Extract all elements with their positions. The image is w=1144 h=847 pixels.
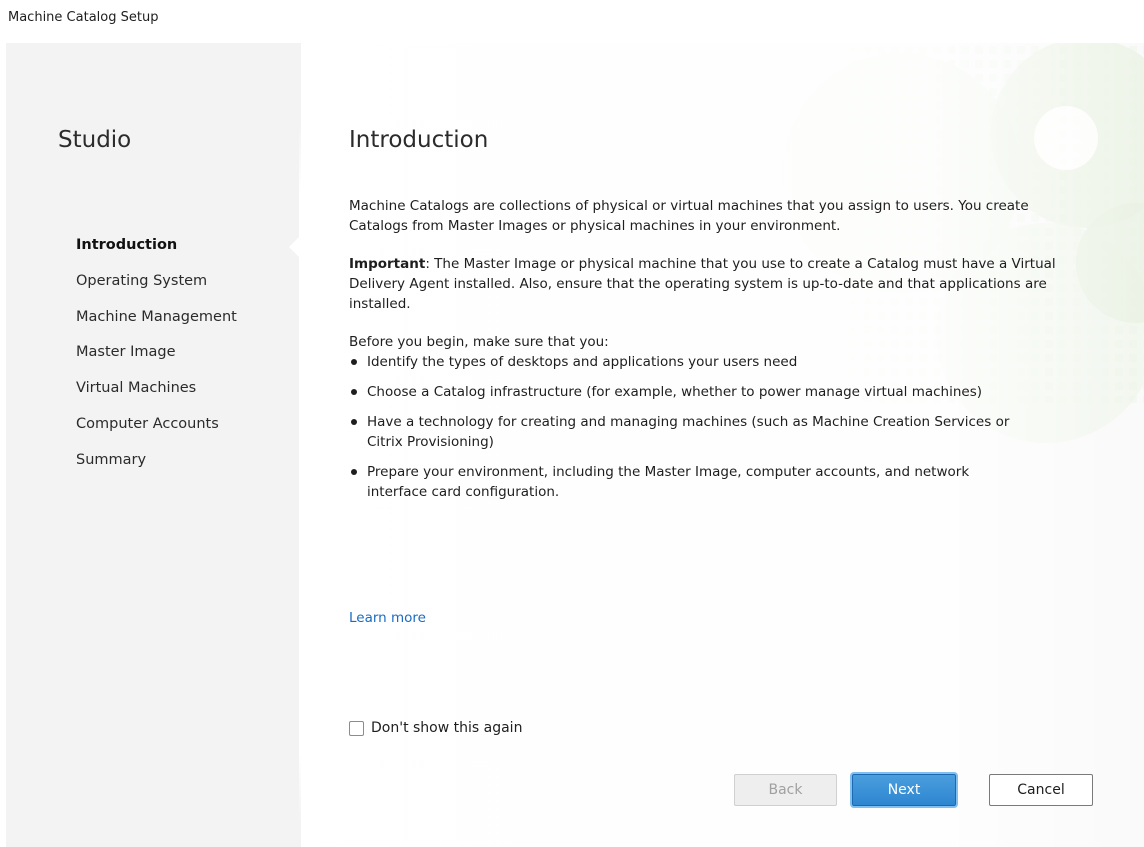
- step-introduction[interactable]: Introduction: [76, 235, 237, 271]
- list-item-text: Choose a Catalog infrastructure (for exa…: [367, 384, 983, 400]
- wizard-frame: Studio Introduction Operating System Mac…: [6, 43, 1144, 847]
- intro-content: Machine Catalogs are collections of phys…: [349, 196, 1069, 512]
- list-item: Have a technology for creating and manag…: [349, 412, 1017, 452]
- intro-text: Machine Catalogs are collections of phys…: [349, 198, 1029, 234]
- before-begin-text: Before you begin, make sure that you:: [349, 334, 609, 350]
- bullet-icon: [351, 469, 357, 475]
- important-label: Important: [349, 256, 426, 272]
- step-master-image[interactable]: Master Image: [76, 342, 237, 378]
- back-button[interactable]: Back: [734, 774, 837, 806]
- next-button[interactable]: Next: [852, 774, 956, 806]
- sidebar-divider: [299, 123, 301, 823]
- dont-show-again-checkbox[interactable]: [349, 720, 364, 736]
- list-item: Prepare your environment, including the …: [349, 462, 1017, 502]
- list-item-text: Identify the types of desktops and appli…: [367, 354, 798, 370]
- step-summary[interactable]: Summary: [76, 450, 237, 486]
- main-panel: Introduction Machine Catalogs are collec…: [301, 43, 1144, 847]
- important-text: : The Master Image or physical machine t…: [349, 256, 1056, 312]
- step-list: Introduction Operating System Machine Ma…: [76, 235, 237, 486]
- bullet-icon: [351, 389, 357, 395]
- bullet-icon: [351, 359, 357, 365]
- bullet-icon: [351, 419, 357, 425]
- active-step-pointer: [289, 235, 301, 259]
- list-item: Choose a Catalog infrastructure (for exa…: [349, 382, 1017, 402]
- window-title: Machine Catalog Setup: [8, 10, 159, 25]
- list-item-text: Prepare your environment, including the …: [367, 464, 970, 500]
- list-item: Identify the types of desktops and appli…: [349, 352, 1017, 372]
- learn-more-link[interactable]: Learn more: [349, 610, 426, 626]
- step-computer-accounts[interactable]: Computer Accounts: [76, 414, 237, 450]
- prerequisite-list: Identify the types of desktops and appli…: [349, 352, 1069, 502]
- cancel-button[interactable]: Cancel: [989, 774, 1093, 806]
- sidebar-title: Studio: [58, 127, 132, 153]
- page-title: Introduction: [349, 127, 489, 153]
- list-item-text: Have a technology for creating and manag…: [367, 414, 1010, 450]
- step-virtual-machines[interactable]: Virtual Machines: [76, 378, 237, 414]
- step-machine-management[interactable]: Machine Management: [76, 307, 237, 343]
- dont-show-again-option[interactable]: Don't show this again: [349, 720, 522, 736]
- important-note: Important: The Master Image or physical …: [349, 254, 1069, 314]
- step-operating-system[interactable]: Operating System: [76, 271, 237, 307]
- sidebar: Studio Introduction Operating System Mac…: [6, 43, 299, 847]
- dont-show-again-label: Don't show this again: [371, 720, 523, 736]
